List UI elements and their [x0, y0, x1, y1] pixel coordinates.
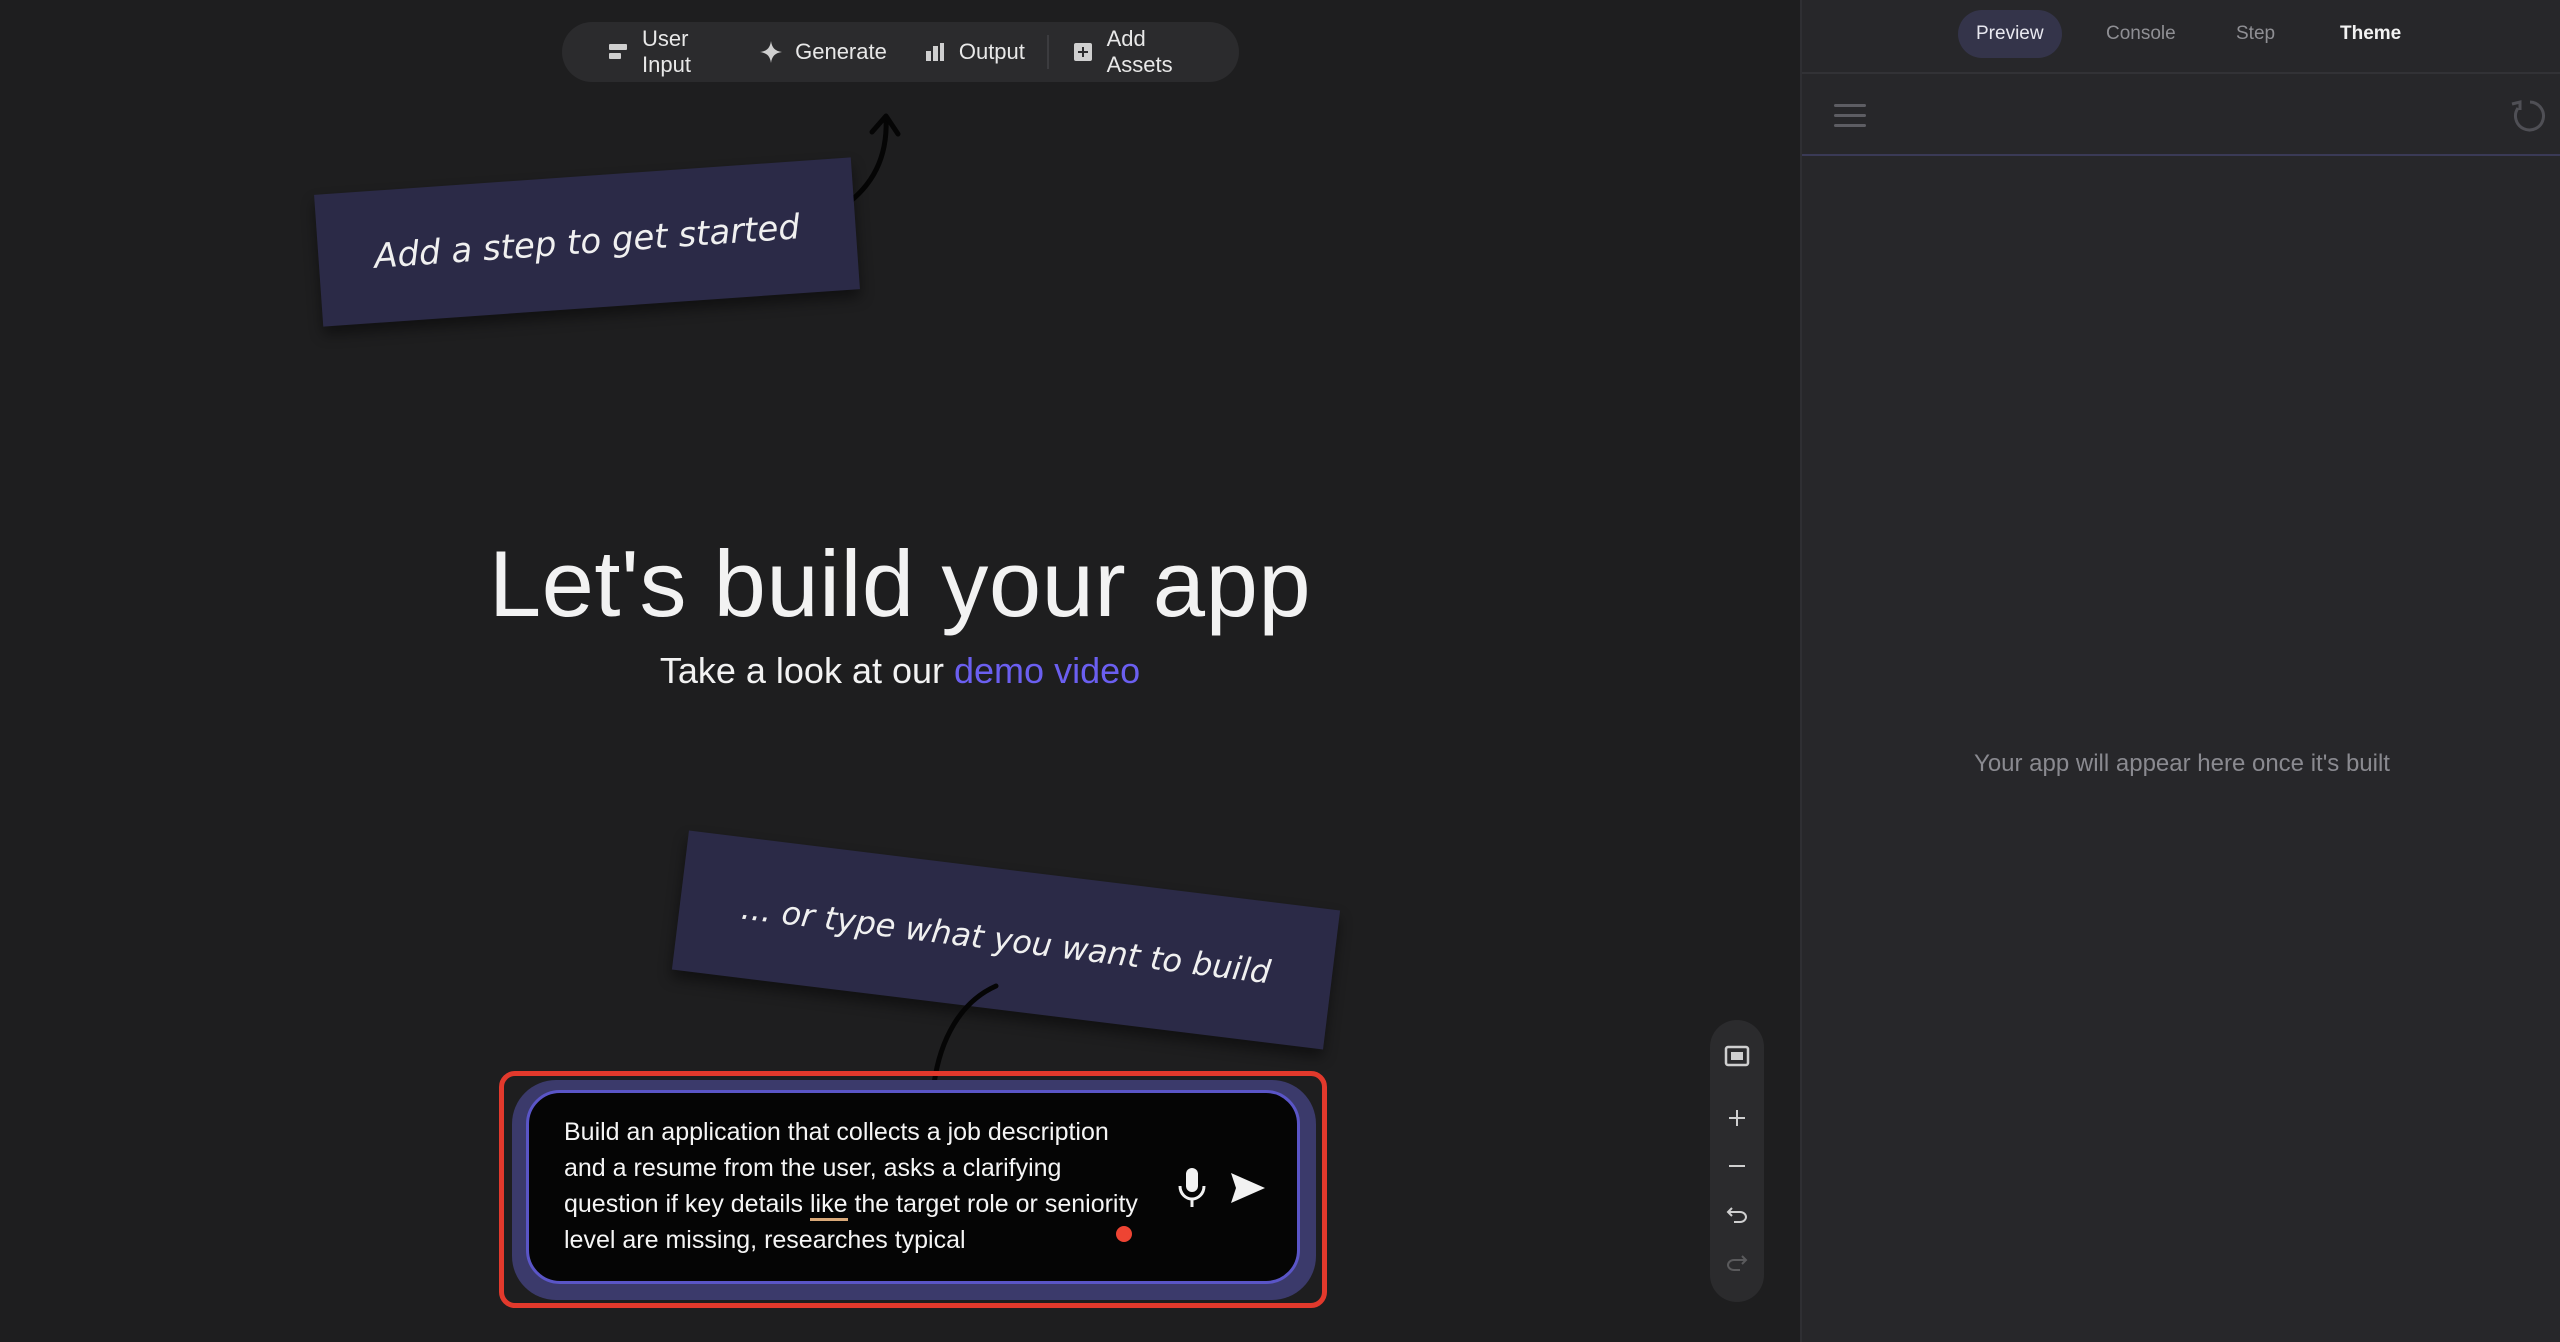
fit-view-button[interactable] — [1710, 1036, 1764, 1076]
zoom-in-button[interactable] — [1710, 1098, 1764, 1138]
sticky-note-add-step-text: Add a step to get started — [372, 207, 802, 277]
zoom-in-icon — [1729, 1110, 1745, 1126]
preview-empty-message: Your app will appear here once it's buil… — [1974, 750, 2390, 777]
page-title: Let's build your app — [488, 531, 1312, 636]
toolbar-divider — [1046, 35, 1049, 69]
send-icon — [1231, 1173, 1265, 1203]
undo-button[interactable] — [1710, 1194, 1764, 1234]
sticky-note-add-step: Add a step to get started — [314, 157, 860, 327]
add-assets-label: Add Assets — [1106, 26, 1173, 77]
tab-theme[interactable]: Theme — [2322, 10, 2419, 58]
zoom-controls — [1710, 1020, 1764, 1302]
output-button[interactable]: Output — [909, 30, 1039, 74]
sparkle-icon — [759, 40, 783, 64]
redo-button[interactable] — [1710, 1242, 1764, 1282]
redo-icon — [1726, 1255, 1748, 1271]
fit-view-icon — [1724, 1045, 1750, 1067]
demo-video-link[interactable]: demo video — [954, 650, 1140, 691]
prompt-input[interactable]: Build an application that collects a job… — [564, 1114, 1144, 1258]
recording-indicator — [1116, 1226, 1132, 1242]
canvas[interactable]: User Input Generate Output Add Assets Ad… — [0, 0, 1800, 1342]
menu-icon[interactable] — [1834, 104, 1866, 128]
zoom-out-button[interactable] — [1710, 1146, 1764, 1186]
zoom-out-icon — [1729, 1165, 1745, 1167]
add-assets-button[interactable]: Add Assets — [1057, 26, 1209, 77]
page-subtitle: Take a look at our demo video — [0, 650, 1800, 692]
refresh-button[interactable] — [2508, 96, 2548, 136]
preview-toolbar — [1802, 76, 2560, 156]
send-button[interactable] — [1228, 1170, 1268, 1206]
prompt-spellcheck-word: like — [809, 1190, 848, 1221]
user-input-button[interactable]: User Input — [592, 26, 737, 77]
user-input-label: User Input — [642, 26, 691, 77]
preview-panel: Preview Console Step Theme Your app will… — [1800, 0, 2560, 1342]
microphone-button[interactable] — [1174, 1166, 1210, 1210]
step-toolbar: User Input Generate Output Add Assets — [562, 22, 1239, 82]
subtitle-prefix: Take a look at our — [659, 650, 955, 691]
tab-console[interactable]: Console — [2088, 10, 2194, 58]
panel-tabs: Preview Console Step Theme — [1802, 0, 2560, 74]
generate-label: Generate — [795, 39, 887, 64]
sticky-note-type-prompt-text: ... or type what you want to build — [739, 888, 1273, 992]
add-box-icon — [1071, 40, 1095, 64]
microphone-icon — [1178, 1168, 1206, 1207]
output-label: Output — [958, 39, 1025, 64]
tab-step[interactable]: Step — [2218, 10, 2293, 58]
generate-button[interactable]: Generate — [745, 30, 901, 74]
tab-preview[interactable]: Preview — [1958, 10, 2062, 58]
undo-icon — [1726, 1207, 1748, 1223]
output-icon — [923, 40, 947, 64]
user-input-icon — [606, 40, 630, 64]
refresh-icon — [2511, 100, 2545, 132]
